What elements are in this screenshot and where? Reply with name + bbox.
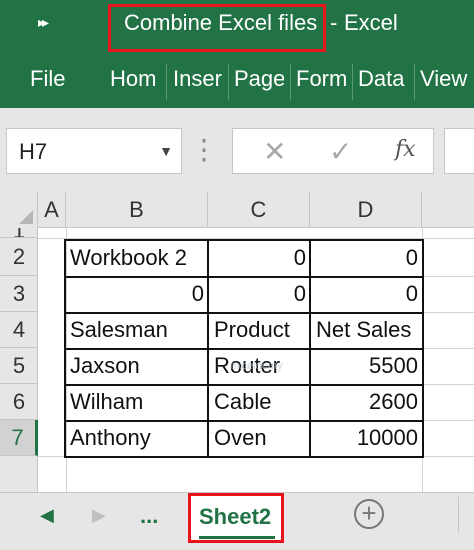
cell-d6[interactable]: 2600 bbox=[314, 384, 418, 420]
tab-divider bbox=[228, 64, 229, 100]
tab-data[interactable]: Data bbox=[358, 66, 410, 98]
tab-view[interactable]: View bbox=[420, 66, 474, 98]
row-headers: 1 2 3 4 5 6 7 bbox=[0, 228, 38, 492]
sheet-tab-active[interactable]: Sheet2 bbox=[188, 493, 284, 543]
name-box[interactable]: H7 ▼ bbox=[6, 128, 182, 174]
formula-input[interactable] bbox=[444, 128, 474, 174]
tab-home[interactable]: Hom bbox=[110, 66, 160, 98]
row-header-4[interactable]: 4 bbox=[0, 312, 38, 348]
gridline bbox=[422, 276, 474, 277]
cell-c6[interactable]: Cable bbox=[214, 384, 308, 420]
column-header-b[interactable]: B bbox=[66, 192, 208, 228]
insert-function-icon[interactable]: fx bbox=[395, 137, 416, 162]
cancel-icon[interactable]: ✕ bbox=[263, 135, 286, 168]
active-tab-indicator bbox=[199, 536, 275, 539]
name-box-value: H7 bbox=[19, 139, 48, 164]
tab-insert[interactable]: Inser bbox=[173, 66, 225, 98]
column-header-c[interactable]: C bbox=[208, 192, 310, 228]
row-header-1[interactable]: 1 bbox=[0, 228, 38, 238]
tab-bar-divider bbox=[458, 497, 459, 533]
add-sheet-icon[interactable]: + bbox=[354, 499, 384, 529]
cell-d5[interactable]: 5500 bbox=[314, 348, 418, 384]
select-all-button[interactable] bbox=[0, 192, 38, 228]
cell-b6[interactable]: Wilham bbox=[70, 384, 206, 420]
cell-b7[interactable]: Anthony bbox=[70, 420, 206, 456]
formula-buttons: ✕ ✓ fx bbox=[232, 128, 434, 174]
cell-b4[interactable]: Salesman bbox=[70, 312, 206, 348]
row-header-3[interactable]: 3 bbox=[0, 276, 38, 312]
gridline bbox=[422, 348, 474, 349]
tab-divider bbox=[414, 64, 415, 100]
watermark: exceldemy bbox=[230, 360, 283, 372]
enter-icon[interactable]: ✓ bbox=[329, 135, 352, 168]
column-header-d[interactable]: D bbox=[310, 192, 422, 228]
formula-bar: H7 ▼ ⋮ ✕ ✓ fx bbox=[0, 108, 474, 192]
sheet-tab-label: Sheet2 bbox=[199, 504, 272, 529]
worksheet-grid: A B C D 1 2 3 4 5 6 7 Workbook 2 0 0 0 0… bbox=[0, 192, 474, 492]
drag-handle-icon[interactable]: ⋮ bbox=[190, 130, 218, 170]
cell-c4[interactable]: Product bbox=[214, 312, 308, 348]
cell-d4[interactable]: Net Sales bbox=[316, 312, 420, 348]
tab-formulas[interactable]: Form bbox=[296, 66, 346, 98]
tab-file[interactable]: File bbox=[30, 66, 80, 98]
app-name: Excel bbox=[344, 10, 398, 35]
tab-divider bbox=[352, 64, 353, 100]
fast-forward-icon[interactable]: ▸▸ bbox=[38, 14, 49, 31]
title-bar: ▸▸ Combine Excel files - Excel bbox=[0, 0, 474, 56]
cell-b2[interactable]: Workbook 2 bbox=[70, 240, 206, 276]
row-header-7[interactable]: 7 bbox=[0, 420, 38, 456]
scroll-left-icon[interactable]: ◀ bbox=[40, 505, 54, 526]
cell-d2[interactable]: 0 bbox=[314, 240, 418, 276]
cell-c3[interactable]: 0 bbox=[212, 276, 306, 312]
row-header-2[interactable]: 2 bbox=[0, 238, 38, 276]
sheet-tab-bar: ◀ ▶ ... Sheet2 + bbox=[0, 492, 474, 550]
row-header-5[interactable]: 5 bbox=[0, 348, 38, 384]
row-header-6[interactable]: 6 bbox=[0, 384, 38, 420]
ribbon-tabs: File Hom Inser Page Form Data View bbox=[0, 56, 474, 108]
column-header-a[interactable]: A bbox=[38, 192, 66, 228]
select-all-icon bbox=[19, 210, 33, 224]
cell-d3[interactable]: 0 bbox=[314, 276, 418, 312]
cell-b3[interactable]: 0 bbox=[70, 276, 204, 312]
title-separator: - bbox=[330, 10, 338, 35]
tab-page-layout[interactable]: Page bbox=[234, 66, 284, 98]
tab-divider bbox=[290, 64, 291, 100]
scroll-right-icon[interactable]: ▶ bbox=[92, 505, 106, 526]
column-headers: A B C D bbox=[0, 192, 474, 228]
cell-b5[interactable]: Jaxson bbox=[70, 348, 206, 384]
cell-c7[interactable]: Oven bbox=[214, 420, 308, 456]
gridline bbox=[422, 384, 474, 385]
cell-d7[interactable]: 10000 bbox=[314, 420, 418, 456]
gridline bbox=[422, 420, 474, 421]
tab-divider bbox=[166, 64, 167, 100]
cell-c2[interactable]: 0 bbox=[212, 240, 306, 276]
chevron-down-icon[interactable]: ▼ bbox=[159, 143, 173, 159]
document-title: Combine Excel files bbox=[124, 10, 318, 35]
gridline bbox=[422, 312, 474, 313]
more-sheets-button[interactable]: ... bbox=[140, 503, 158, 529]
